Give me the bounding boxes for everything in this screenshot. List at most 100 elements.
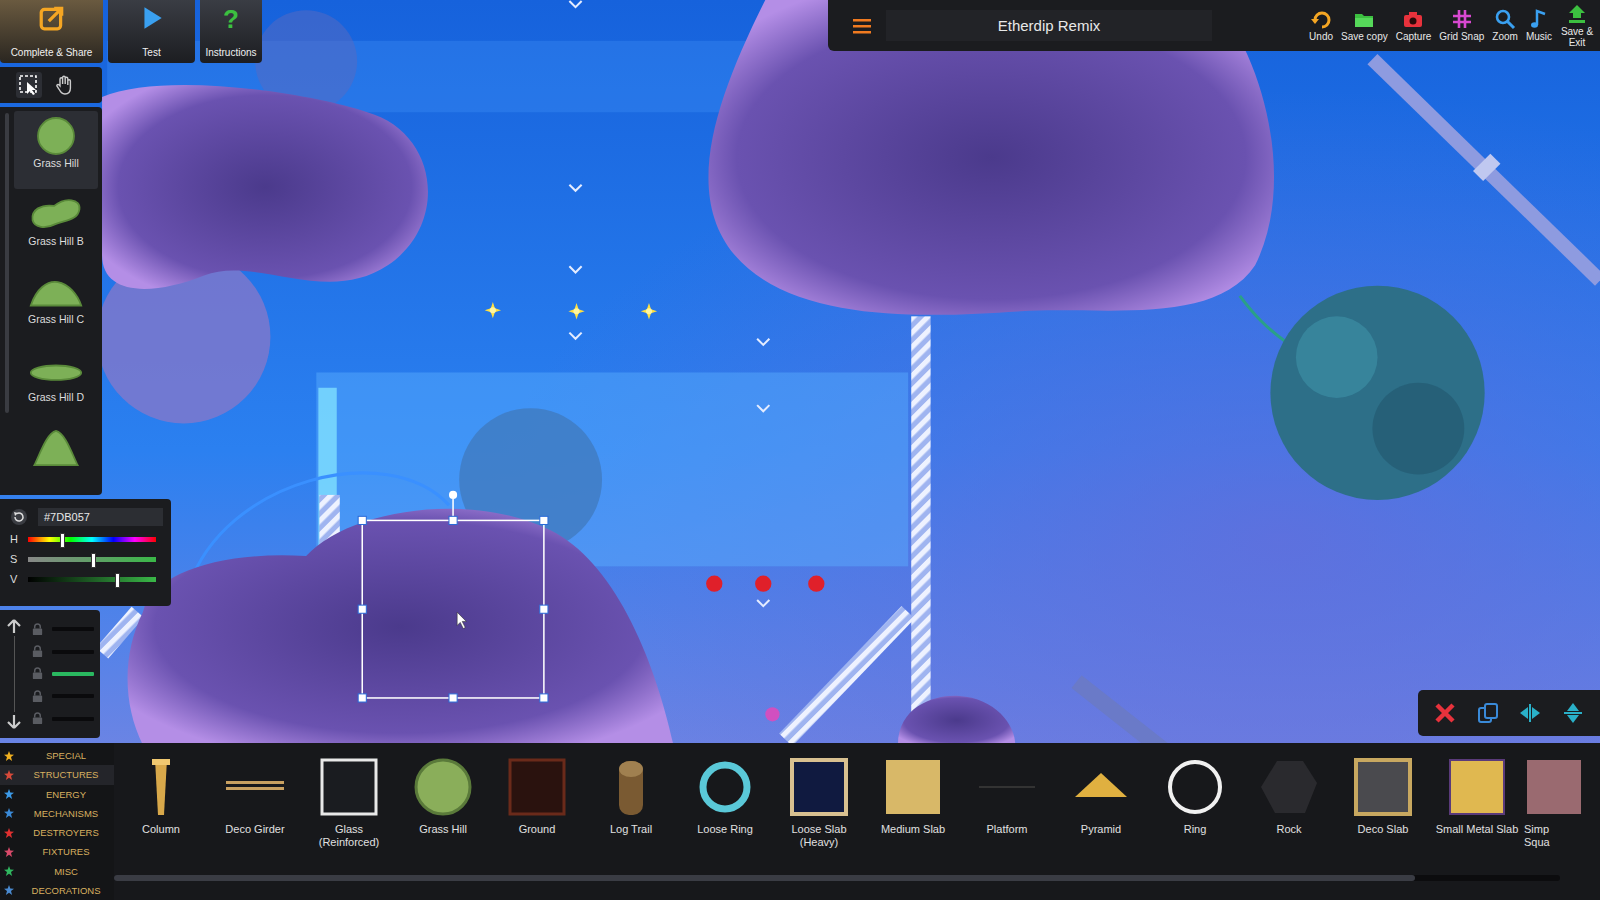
part-label: Platform bbox=[987, 823, 1028, 836]
category-item[interactable]: MISC bbox=[0, 862, 114, 881]
part-item[interactable]: Rock bbox=[1242, 757, 1336, 871]
layer-row[interactable] bbox=[31, 690, 94, 703]
hex-row: #7DB057 bbox=[10, 508, 163, 526]
part-item[interactable]: Simp Squa bbox=[1524, 757, 1584, 871]
delete-icon[interactable] bbox=[1433, 701, 1457, 725]
category-item[interactable]: MECHANISMS bbox=[0, 804, 114, 823]
hex-input[interactable]: #7DB057 bbox=[38, 508, 163, 526]
top-button[interactable]: Test bbox=[108, 0, 195, 63]
layer-row[interactable] bbox=[31, 712, 94, 725]
category-label: FIXTURES bbox=[18, 846, 114, 857]
decoslab-icon bbox=[1353, 757, 1413, 817]
slider-track[interactable] bbox=[28, 537, 156, 542]
palette-item[interactable]: Grass Hill B bbox=[14, 189, 98, 267]
looseslab-icon bbox=[789, 757, 849, 817]
part-item[interactable]: Small Metal Slab bbox=[1430, 757, 1524, 871]
top-button-label: Test bbox=[142, 47, 160, 58]
palette-scrollbar[interactable] bbox=[5, 113, 9, 413]
palette-item[interactable]: Grass Hill bbox=[14, 111, 98, 189]
part-item[interactable]: Platform bbox=[960, 757, 1054, 871]
part-label: Column bbox=[142, 823, 180, 836]
smallmetal-icon bbox=[1447, 757, 1507, 817]
palette-item[interactable]: Grass Hill C bbox=[14, 267, 98, 345]
layer-row[interactable] bbox=[31, 623, 94, 636]
lock-icon[interactable] bbox=[31, 690, 44, 703]
part-label: Glass (Reinforced) bbox=[307, 823, 391, 849]
part-label: Medium Slab bbox=[881, 823, 945, 836]
part-item[interactable]: Medium Slab bbox=[866, 757, 960, 871]
part-label: Small Metal Slab bbox=[1436, 823, 1519, 836]
level-title[interactable]: Etherdip Remix bbox=[886, 10, 1212, 41]
part-item[interactable]: Ground bbox=[490, 757, 584, 871]
lock-icon[interactable] bbox=[31, 645, 44, 658]
reset-color-icon[interactable] bbox=[10, 508, 28, 526]
tool-button[interactable] bbox=[52, 72, 78, 98]
part-label: Ring bbox=[1184, 823, 1207, 836]
pyramid-icon bbox=[1071, 757, 1131, 817]
slider-track[interactable] bbox=[28, 577, 156, 582]
toolbar-button[interactable]: Grid Snap bbox=[1439, 8, 1484, 43]
parts-scrollbar[interactable] bbox=[114, 875, 1560, 881]
slider-knob[interactable] bbox=[115, 573, 120, 588]
part-label: Loose Slab (Heavy) bbox=[777, 823, 861, 849]
part-item[interactable]: Loose Ring bbox=[678, 757, 772, 871]
layer-axis bbox=[14, 636, 15, 712]
part-item[interactable]: Grass Hill bbox=[396, 757, 490, 871]
tool-button[interactable] bbox=[16, 72, 42, 98]
toolbar-label: Grid Snap bbox=[1439, 32, 1484, 43]
lock-icon[interactable] bbox=[31, 623, 44, 636]
slider-knob[interactable] bbox=[60, 533, 65, 548]
ring-icon bbox=[1165, 757, 1225, 817]
saveexit-icon bbox=[1566, 3, 1588, 25]
part-item[interactable]: Loose Slab (Heavy) bbox=[772, 757, 866, 871]
menu-icon[interactable] bbox=[852, 17, 872, 35]
part-label: Pyramid bbox=[1081, 823, 1121, 836]
category-item[interactable]: SPECIAL bbox=[0, 746, 114, 765]
part-item[interactable]: Deco Slab bbox=[1336, 757, 1430, 871]
toolbar-button[interactable]: Save & Exit bbox=[1560, 3, 1594, 48]
duplicate-icon[interactable] bbox=[1476, 701, 1500, 725]
layer-bar bbox=[52, 627, 94, 631]
toolbar-label: Capture bbox=[1396, 32, 1432, 43]
layer-down-icon[interactable] bbox=[6, 714, 22, 730]
column-icon bbox=[131, 757, 191, 817]
part-item[interactable]: Glass (Reinforced) bbox=[302, 757, 396, 871]
toolbar-button[interactable]: Zoom bbox=[1492, 8, 1518, 43]
part-item[interactable]: Column bbox=[114, 757, 208, 871]
category-icon bbox=[4, 770, 14, 780]
layer-row[interactable] bbox=[31, 667, 94, 680]
grasshill-icon bbox=[413, 757, 473, 817]
slider-knob[interactable] bbox=[91, 553, 96, 568]
slider-track[interactable] bbox=[28, 557, 156, 562]
category-icon bbox=[4, 789, 14, 799]
toolbar-button[interactable]: Capture bbox=[1396, 8, 1432, 43]
layer-up-icon[interactable] bbox=[6, 618, 22, 634]
palette-item[interactable]: Grass Hill D bbox=[14, 345, 98, 423]
scroll-thumb[interactable] bbox=[114, 875, 1415, 881]
play-icon bbox=[138, 4, 166, 32]
top-button[interactable]: ?Instructions bbox=[200, 0, 262, 63]
zoom-icon bbox=[1494, 8, 1516, 30]
toolbar-button[interactable]: Save copy bbox=[1341, 8, 1388, 43]
toolbar-button[interactable]: Music bbox=[1526, 8, 1552, 43]
part-item[interactable]: Ring bbox=[1148, 757, 1242, 871]
toolbar-button[interactable]: Undo bbox=[1309, 8, 1333, 43]
palette-item[interactable] bbox=[14, 423, 98, 495]
top-button[interactable]: Complete & Share bbox=[0, 0, 103, 63]
category-item[interactable]: DECORATIONS bbox=[0, 881, 114, 900]
category-item[interactable]: STRUCTURES bbox=[0, 765, 114, 784]
lock-icon[interactable] bbox=[31, 667, 44, 680]
category-item[interactable]: ENERGY bbox=[0, 785, 114, 804]
layer-row[interactable] bbox=[31, 645, 94, 658]
slider-label: V bbox=[10, 573, 20, 585]
part-item[interactable]: Deco Girder bbox=[208, 757, 302, 871]
flipv-icon[interactable] bbox=[1561, 701, 1585, 725]
fliph-icon[interactable] bbox=[1518, 701, 1542, 725]
layer-bar bbox=[52, 694, 94, 698]
part-item[interactable]: Pyramid bbox=[1054, 757, 1148, 871]
part-item[interactable]: Log Trail bbox=[584, 757, 678, 871]
category-item[interactable]: FIXTURES bbox=[0, 842, 114, 861]
lock-icon[interactable] bbox=[31, 712, 44, 725]
category-item[interactable]: DESTROYERS bbox=[0, 823, 114, 842]
palette-item-label: Grass Hill C bbox=[28, 313, 84, 325]
